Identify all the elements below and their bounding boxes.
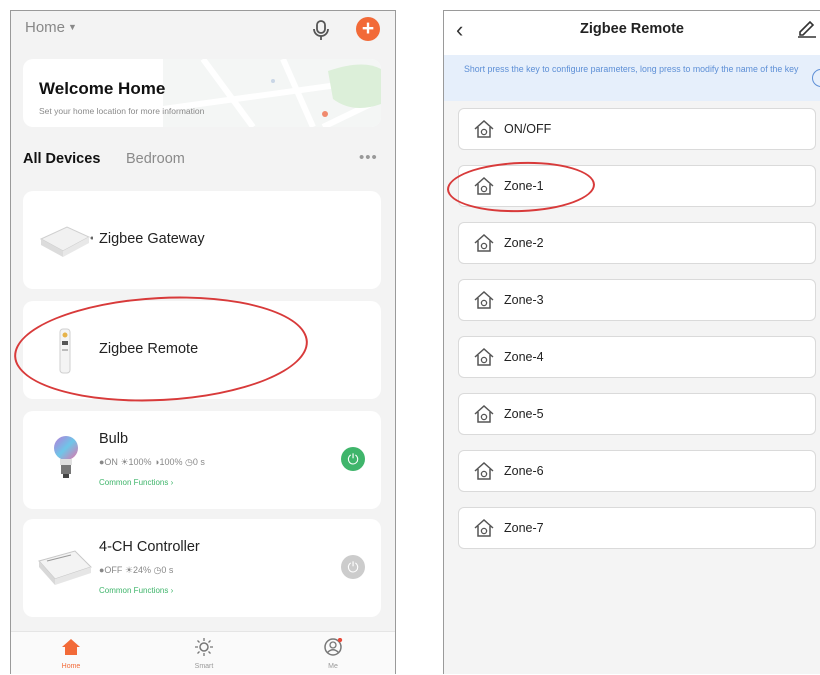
home-selector-label: Home — [25, 19, 66, 36]
device-name: Bulb — [99, 431, 129, 447]
header: ‹ Zigbee Remote — [444, 11, 820, 55]
home-selector[interactable]: Home ▼ — [25, 19, 77, 36]
device-status: ●OFF ☀24% ◷0 s — [99, 565, 174, 575]
welcome-card[interactable]: Welcome Home Set your home location for … — [23, 59, 381, 127]
nav-home[interactable]: Home — [41, 638, 101, 670]
house-icon — [473, 518, 495, 538]
key-label: ON/OFF — [504, 122, 552, 136]
key-row[interactable]: Zone-5 — [458, 393, 816, 435]
home-icon — [62, 639, 80, 655]
house-icon — [473, 404, 495, 424]
key-label: Zone-5 — [504, 407, 544, 421]
bottom-nav: Home Smart Me — [11, 631, 395, 674]
sun-icon — [195, 638, 213, 656]
controller-device-icon — [38, 550, 92, 585]
nav-label: Home — [61, 663, 81, 670]
common-functions-link[interactable]: Common Functions › — [99, 478, 173, 487]
hint-text: Short press the key to configure paramet… — [464, 64, 799, 74]
bulb-device-icon — [54, 436, 78, 478]
nav-label: Smart — [194, 663, 214, 670]
key-label: Zone-7 — [504, 521, 544, 535]
gateway-device-icon — [39, 226, 93, 257]
house-icon — [473, 233, 495, 253]
room-tabs: All Devices Bedroom ••• — [23, 149, 383, 173]
nav-label: Me — [328, 663, 338, 670]
key-row[interactable]: Zone-2 — [458, 222, 816, 264]
key-row[interactable]: Zone-3 — [458, 279, 816, 321]
key-row[interactable]: Zone-6 — [458, 450, 816, 492]
key-row[interactable]: ON/OFF — [458, 108, 816, 150]
remote-settings-screen: ‹ Zigbee Remote Short press the key to c… — [443, 10, 820, 674]
top-bar: Home ▼ + — [11, 11, 395, 51]
device-card-controller[interactable]: 4-CH Controller ●OFF ☀24% ◷0 s Common Fu… — [23, 519, 381, 617]
power-on-icon[interactable]: ⏻ — [341, 447, 365, 471]
map-illustration — [163, 59, 381, 127]
device-name: 4-CH Controller — [99, 539, 200, 555]
caret-down-icon: ▼ — [68, 22, 77, 32]
power-off-icon[interactable]: ⏻ — [341, 555, 365, 579]
device-card-bulb[interactable]: Bulb ●ON ☀100% ◑100% ◷0 s Common Functio… — [23, 411, 381, 509]
key-label: Zone-4 — [504, 350, 544, 364]
welcome-title: Welcome Home — [39, 79, 166, 98]
nav-smart[interactable]: Smart — [174, 638, 234, 670]
house-icon — [473, 119, 495, 139]
key-label: Zone-6 — [504, 464, 544, 478]
tab-bedroom[interactable]: Bedroom — [126, 151, 185, 167]
hint-banner: Short press the key to configure paramet… — [444, 55, 820, 101]
device-card-gateway[interactable]: Zigbee Gateway — [23, 191, 381, 289]
house-icon — [473, 290, 495, 310]
welcome-subtitle: Set your home location for more informat… — [39, 106, 205, 116]
key-row[interactable]: Zone-4 — [458, 336, 816, 378]
key-label: Zone-3 — [504, 293, 544, 307]
info-icon[interactable] — [812, 69, 820, 87]
nav-me[interactable]: Me — [303, 637, 363, 670]
profile-icon — [324, 637, 343, 656]
tab-all-devices[interactable]: All Devices — [23, 151, 100, 167]
device-name: Zigbee Gateway — [99, 231, 205, 247]
edit-icon[interactable] — [796, 18, 818, 38]
more-icon[interactable]: ••• — [359, 149, 378, 166]
key-row[interactable]: Zone-7 — [458, 507, 816, 549]
device-status: ●ON ☀100% ◑100% ◷0 s — [99, 457, 205, 467]
page-title: Zigbee Remote — [580, 21, 684, 37]
house-icon — [473, 461, 495, 481]
microphone-icon[interactable] — [311, 19, 331, 41]
key-label: Zone-2 — [504, 236, 544, 250]
add-device-button[interactable]: + — [356, 17, 380, 41]
house-icon — [473, 347, 495, 367]
common-functions-link[interactable]: Common Functions › — [99, 586, 173, 595]
